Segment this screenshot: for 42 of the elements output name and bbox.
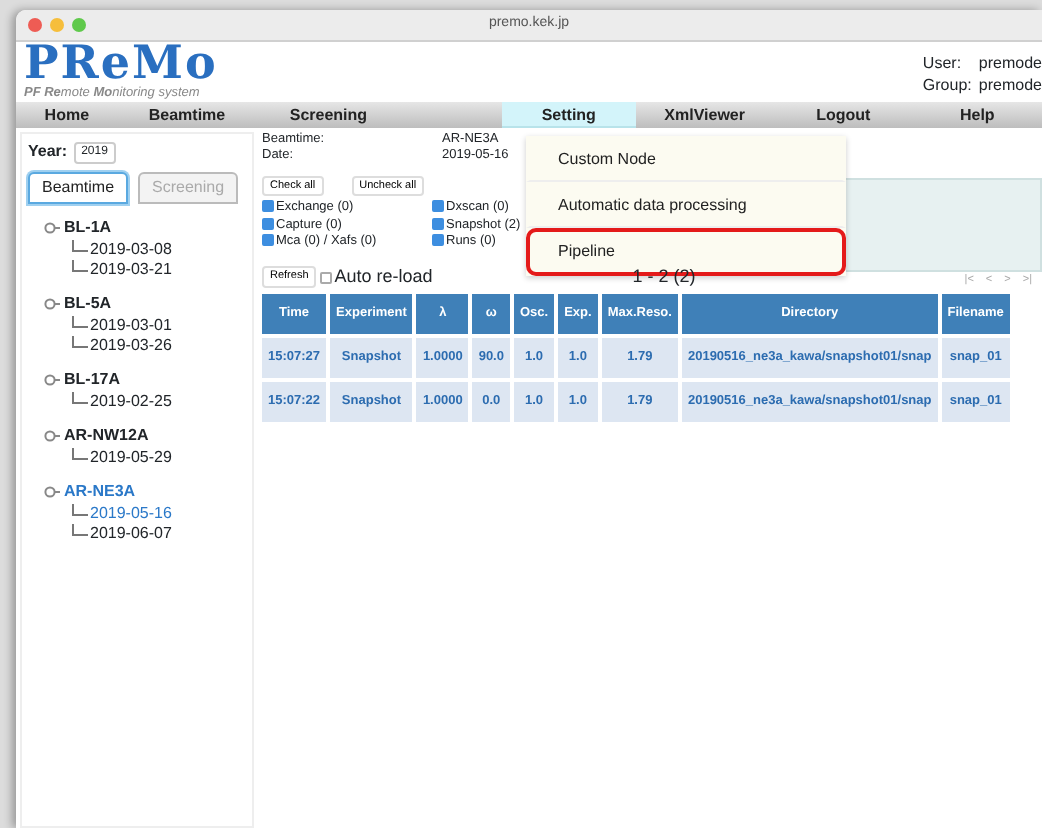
checkbox[interactable] [320,271,333,283]
account-label: User: [922,52,964,74]
tree-node[interactable]: AR-NW12A [64,424,149,448]
tree-node[interactable]: BL-17A [64,368,121,392]
nav-tab[interactable]: XmlViewer [635,102,774,128]
tree-leaf[interactable]: 2019-06-07 [90,524,172,544]
nav-tab[interactable]: Beamtime [117,102,257,128]
tree-node-icon[interactable] [44,374,60,386]
menu-item[interactable]: Custom Node [526,136,846,182]
tree-leaf[interactable]: 2019-03-01 [90,316,172,336]
tree-node[interactable]: AR-NE3A [64,480,136,504]
tree-leaf[interactable]: 2019-05-29 [90,448,172,468]
year-label: Year: [28,140,68,164]
checkbox[interactable] [432,217,444,230]
nav-tab[interactable]: Setting [502,102,636,128]
menu-item[interactable]: Automatic data processing [526,182,846,228]
account-value: premode [978,52,1042,74]
tree-leaf[interactable]: 2019-03-08 [90,240,172,260]
checkbox-label: Auto re-load [334,263,433,290]
tree-leaf[interactable]: 2019-02-25 [90,392,172,412]
tree-leaf[interactable]: 2019-05-16 [90,504,172,524]
nav-tab[interactable]: Home [16,102,118,128]
tree-leaf[interactable]: 2019-03-26 [90,336,172,356]
nav-tab[interactable]: Logout [773,102,913,128]
tree-node-icon[interactable] [44,430,60,442]
tree-node[interactable]: BL-5A [64,292,112,316]
logo-title: PReMo [24,42,218,86]
sidebar-tab[interactable]: Beamtime [28,172,129,204]
nav-tab[interactable]: Help [912,102,1042,128]
checkbox[interactable] [432,200,444,213]
checkbox[interactable] [262,217,274,230]
tree-node[interactable]: BL-1A [64,216,112,240]
account-label: Group: [922,74,974,96]
nav-tab[interactable]: Screening [256,102,401,128]
tree-node-icon[interactable] [44,486,60,498]
checkbox[interactable] [432,234,444,247]
checkbox[interactable] [262,234,274,247]
account-value: premode [978,74,1042,96]
tree-leaf[interactable]: 2019-03-21 [90,260,172,280]
tree-node-icon[interactable] [44,298,60,310]
checkbox[interactable] [262,200,274,213]
tree-node-icon[interactable] [44,222,60,234]
